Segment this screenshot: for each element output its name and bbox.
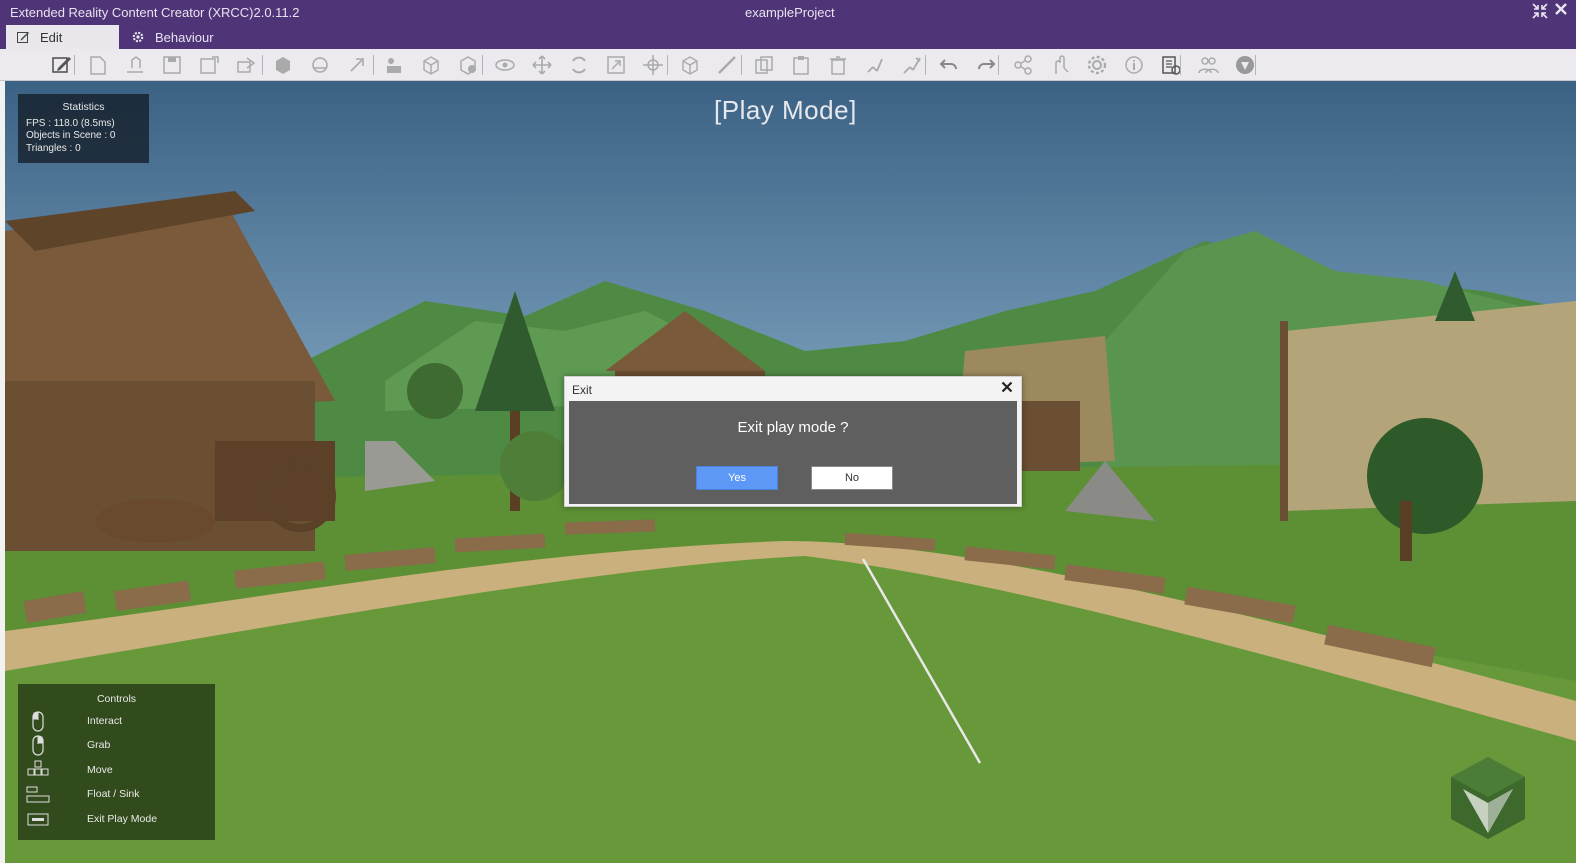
measure-icon[interactable] [716,54,738,76]
redo-icon[interactable] [975,54,997,76]
new-file-icon[interactable] [87,54,109,76]
move-icon[interactable] [531,54,553,76]
save-icon[interactable] [161,54,183,76]
objects-readout: Objects in Scene : 0 [26,130,116,141]
undo-icon[interactable] [938,54,960,76]
settings-icon[interactable] [1086,54,1108,76]
snap-icon[interactable] [864,54,886,76]
tab-behaviour[interactable]: Behaviour [125,25,245,49]
statistics-panel: Statistics FPS : 118.0 (8.5ms) Objects i… [18,94,149,163]
toolbar-separator [373,55,374,75]
add-primitive-icon[interactable] [457,54,479,76]
import-model-icon[interactable] [272,54,294,76]
control-grab-label: Grab [87,739,111,751]
dialog-body: Exit play mode ? Yes No [569,401,1017,504]
report-icon[interactable] [1160,54,1182,76]
tab-edit-label: Edit [40,29,63,45]
hand-interact-icon[interactable] [1049,54,1071,76]
exit-dialog: Exit Exit play mode ? Yes No [564,376,1022,507]
export-icon[interactable] [235,54,257,76]
close-icon[interactable] [1554,2,1570,20]
control-move: Move [18,760,215,782]
wasd-keys-icon [26,760,50,782]
triangles-readout: Triangles : 0 [26,142,81,154]
scale-icon[interactable] [605,54,627,76]
control-exit-play: Exit Play Mode [18,809,215,831]
paste-icon[interactable] [790,54,812,76]
copy-icon[interactable] [753,54,775,76]
toolbar-separator [262,55,263,75]
close-icon[interactable] [1001,380,1013,397]
share-icon[interactable] [1012,54,1034,76]
help-icon[interactable] [1234,54,1256,76]
toolbar-separator [482,55,483,75]
rotate-icon[interactable] [568,54,590,76]
toolbar [0,49,1576,81]
mouse-right-icon [26,735,50,757]
control-float-sink: Float / Sink [18,784,215,806]
tab-edit[interactable]: Edit [6,25,119,49]
toolbar-separator [1180,55,1181,75]
controls-panel: Controls Interact Grab Move Float / Sink… [18,684,215,840]
add-cube-icon[interactable] [420,54,442,76]
controls-title: Controls [96,693,137,705]
space-key-icon [26,784,50,806]
cube-logo-icon [1451,757,1525,839]
tab-behaviour-label: Behaviour [155,29,214,45]
edit-icon[interactable] [50,54,72,76]
control-float-sink-label: Float / Sink [87,788,140,800]
control-grab: Grab [18,735,215,757]
yes-button[interactable]: Yes [696,466,778,490]
control-interact: Interact [18,711,215,733]
title-bar: Extended Reality Content Creator (XRCC)2… [0,0,1576,25]
gear-icon [131,30,145,44]
no-button[interactable]: No [811,466,893,490]
toolbar-separator [667,55,668,75]
toolbar-separator [998,55,999,75]
open-file-icon[interactable] [124,54,146,76]
play-mode-label: [Play Mode] [714,95,857,125]
toolbar-separator [741,55,742,75]
import-asset-icon[interactable] [346,54,368,76]
dialog-message: Exit play mode ? [737,419,849,436]
app-window: Extended Reality Content Creator (XRCC)2… [0,0,1576,863]
import-package-icon[interactable] [309,54,331,76]
users-icon[interactable] [1197,54,1219,76]
fps-readout: FPS : 118.0 (8.5ms) [26,117,115,129]
bounds-icon[interactable] [679,54,701,76]
tab-bar: Edit Behaviour [0,25,1576,49]
save-as-icon[interactable] [198,54,220,76]
toolbar-separator [925,55,926,75]
scene-viewport[interactable]: [Play Mode] Statistics FPS : 118.0 (8.5m… [5,81,1576,863]
dialog-title: Exit [572,383,593,397]
pencil-icon [16,30,30,44]
toolbar-separator [74,55,75,75]
project-name: exampleProject [745,5,835,20]
visibility-icon[interactable] [494,54,516,76]
toolbar-separator [1255,55,1256,75]
app-title: Extended Reality Content Creator (XRCC)2… [10,5,300,20]
esc-key-icon [26,809,50,831]
mouse-left-icon [26,711,50,733]
control-interact-label: Interact [87,715,123,727]
control-exit-play-label: Exit Play Mode [87,813,158,825]
control-move-label: Move [87,764,113,776]
add-object-icon[interactable] [383,54,405,76]
statistics-title: Statistics [62,101,105,113]
info-icon[interactable] [1123,54,1145,76]
group-icon[interactable] [901,54,923,76]
restore-icon[interactable] [1532,3,1548,21]
pivot-icon[interactable] [642,54,664,76]
delete-icon[interactable] [827,54,849,76]
